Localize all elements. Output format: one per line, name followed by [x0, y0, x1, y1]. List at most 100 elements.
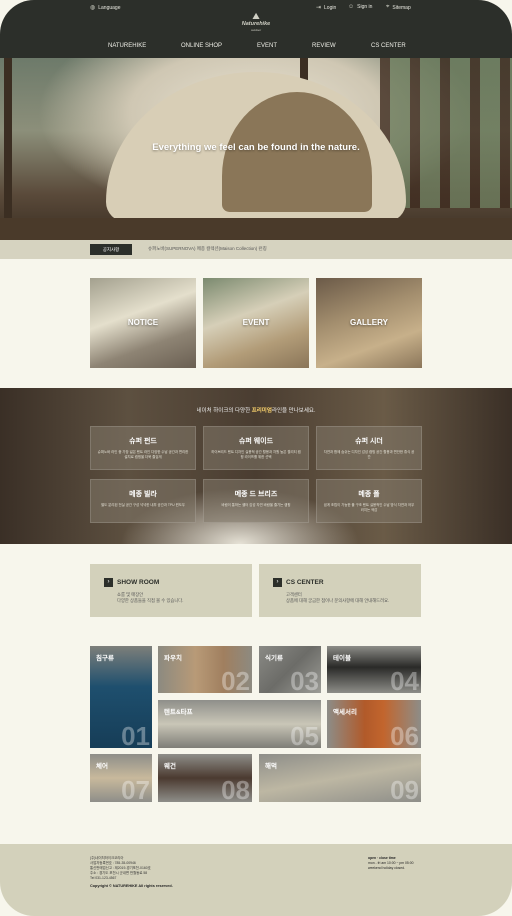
brand-card[interactable]: 메종 빌라 별도 분리된 전실 공간 구성 넉넉한 내부 공간과 TPU 윈도우: [90, 479, 196, 523]
category-number: 05: [290, 721, 319, 748]
category-label: 체어: [96, 763, 108, 770]
category-table[interactable]: 테이블 04: [327, 646, 421, 693]
user-icon: ☺: [348, 4, 355, 10]
category-pouch[interactable]: 파우치 02: [158, 646, 252, 693]
category-accessory[interactable]: 액세서리 06: [327, 700, 421, 748]
category-number: 07: [121, 775, 150, 802]
category-number: 01: [121, 721, 150, 748]
sitemap-label: Sitemap: [392, 4, 411, 11]
site-logo[interactable]: ⛰ Naturehike outdoor: [234, 12, 278, 34]
category-number: 02: [221, 666, 250, 693]
cs-desc-line: 상품에 대해 궁금한 점이나 문의사항에 대해 안내해드려요.: [286, 598, 390, 603]
brand-title: 슈퍼 시더: [355, 438, 383, 445]
globe-icon: ◍: [90, 5, 96, 11]
event-card-label: EVENT: [242, 318, 270, 327]
cs-center-box[interactable]: › CS CENTER 고객센터 상품에 대해 궁금한 점이나 문의사항에 대해…: [259, 564, 421, 617]
brand-card[interactable]: 슈퍼 펀드 슈퍼노바 라인 중 가장 넓은 텐트 라인 다양한 수납 공간과 편…: [90, 426, 196, 470]
category-label: 침구류: [96, 655, 114, 662]
page-frame: ◍ Language ⇥ Login ☺ Sign in ⌖ Sitemap ⛰…: [0, 0, 512, 916]
notice-tag[interactable]: 공지사항: [90, 244, 132, 255]
category-wagon[interactable]: 웨건 08: [158, 754, 252, 802]
intro-highlight: 프리미엄: [251, 408, 272, 414]
brand-card[interactable]: 슈퍼 웨이드 하이브리드 텐트 디자인 실용적 공간 활용과 차원 높은 퀄리티…: [203, 426, 309, 470]
main-nav: NATUREHIKE ONLINE SHOP EVENT REVIEW CS C…: [0, 43, 512, 53]
brand-desc: 별도 분리된 전실 공간 구성 넉넉한 내부 공간과 TPU 윈도우: [101, 503, 185, 507]
category-label: 액세서리: [333, 709, 357, 716]
gallery-card-label: GALLERY: [350, 318, 388, 327]
nav-item-event[interactable]: EVENT: [257, 43, 277, 49]
category-label: 해먹: [265, 763, 277, 770]
notice-text[interactable]: 슈퍼노바(SUPERNOVA) 메종 컬렉션(Maison Collection…: [148, 246, 267, 252]
hero-banner: Everything we feel can be found in the n…: [0, 58, 512, 240]
category-tableware[interactable]: 식기류 03: [259, 646, 321, 693]
logo-sub: outdoor: [250, 28, 262, 32]
login-icon: ⇥: [316, 5, 322, 11]
hero-deck: [0, 218, 512, 240]
signin-link[interactable]: ☺ Sign in: [348, 4, 372, 10]
brand-card[interactable]: 슈퍼 시더 자연과 함께 숨쉬는 디자인 감성 캠핑 공간 활용과 편안한 휴식…: [316, 426, 422, 470]
category-label: 테이블: [333, 655, 351, 662]
chevron-right-icon: ›: [273, 578, 282, 587]
intro-text-end: 라인을 만나보세요.: [271, 408, 316, 414]
category-label: 파우치: [164, 655, 182, 662]
signin-label: Sign in: [357, 4, 373, 10]
brand-title: 슈퍼 펀드: [129, 438, 157, 445]
category-number: 04: [390, 666, 419, 693]
login-label: Login: [324, 4, 337, 11]
pin-icon: ⌖: [386, 4, 390, 10]
premium-intro: 네이처 하이크의 다양한 프리미엄라인을 만나보세요.: [0, 406, 512, 414]
gallery-card[interactable]: GALLERY: [316, 278, 422, 368]
category-hammock[interactable]: 해먹 09: [259, 754, 421, 802]
brand-title: 메종 폴: [358, 491, 380, 498]
category-number: 06: [390, 721, 419, 748]
nav-item-review[interactable]: REVIEW: [312, 43, 336, 49]
brand-card[interactable]: 메종 드 브리즈 바람이 통하는 쉘터 감성 자연 바람을 즐기는 캠핑: [203, 479, 309, 523]
showroom-desc-line: 다양한 상품들을 직접 볼 수 있습니다.: [117, 598, 184, 603]
showroom-box[interactable]: › SHOW ROOM 쇼룸 및 매장안 다양한 상품들을 직접 볼 수 있습니…: [90, 564, 252, 617]
category-number: 03: [290, 666, 319, 693]
language-link[interactable]: ◍ Language: [90, 4, 121, 12]
brand-card[interactable]: 메종 폴 쉽게 조립이 가능한 폴 구조 텐트 실용적인 수납 방식 자연과 어…: [316, 479, 422, 523]
brand-desc: 쉽게 조립이 가능한 폴 구조 텐트 실용적인 수납 방식 자연과 어우러지는 …: [323, 503, 415, 512]
sitemap-link[interactable]: ⌖ Sitemap: [386, 4, 411, 11]
cs-center-title: CS CENTER: [286, 579, 324, 586]
brand-title: 메종 빌라: [129, 491, 157, 498]
brand-desc: 슈퍼노바 라인 중 가장 넓은 텐트 라인 다양한 수납 공간과 편리한 설치로…: [97, 450, 189, 459]
footer-line: Tel 031-123-4567: [90, 876, 117, 880]
category-number: 08: [221, 775, 250, 802]
mountain-icon: ⛰: [252, 11, 260, 21]
notice-bar: 공지사항 슈퍼노바(SUPERNOVA) 메종 컬렉션(Maison Colle…: [0, 240, 512, 259]
login-link[interactable]: ⇥ Login: [316, 4, 337, 12]
language-label: Language: [98, 4, 121, 11]
brand-desc: 자연과 함께 숨쉬는 디자인 감성 캠핑 공간 활용과 편안한 휴식 공간: [323, 450, 415, 459]
open-hours-line: weekend holiday closed.: [368, 866, 405, 870]
company-info: (주)네이처하이크코리아 사업자등록번호 : 785-35-00946 통신판매…: [90, 856, 151, 881]
nav-item-online-shop[interactable]: ONLINE SHOP: [181, 43, 222, 49]
showroom-title: SHOW ROOM: [117, 579, 160, 586]
category-label: 텐트&타프: [164, 709, 193, 716]
category-chair[interactable]: 체어 07: [90, 754, 152, 802]
nav-item-naturehike[interactable]: NATUREHIKE: [108, 43, 146, 49]
event-card[interactable]: EVENT: [203, 278, 309, 368]
copyright: Copyright © NATUREHIKE All rights reserv…: [90, 884, 173, 888]
chevron-right-icon: ›: [104, 578, 113, 587]
category-label: 웨건: [164, 763, 176, 770]
brand-title: 메종 드 브리즈: [234, 491, 278, 498]
nav-item-cs-center[interactable]: CS CENTER: [371, 43, 406, 49]
open-hours: open · close time mon - fri am 10:00 ~ p…: [368, 856, 414, 871]
site-footer: (주)네이처하이크코리아 사업자등록번호 : 785-35-00946 통신판매…: [0, 844, 512, 916]
logo-name: Naturehike: [241, 21, 271, 27]
premium-lines-section: 네이처 하이크의 다양한 프리미엄라인을 만나보세요. 슈퍼 펀드 슈퍼노바 라…: [0, 388, 512, 544]
intro-text: 네이처 하이크의 다양한: [196, 408, 252, 414]
category-tent-tarp[interactable]: 텐트&타프 05: [158, 700, 321, 748]
showroom-desc: 쇼룸 및 매장안 다양한 상품들을 직접 볼 수 있습니다.: [117, 592, 183, 604]
brand-title: 슈퍼 웨이드: [238, 438, 274, 445]
cs-center-desc: 고객센터 상품에 대해 궁금한 점이나 문의사항에 대해 안내해드려요.: [286, 592, 389, 604]
brand-desc: 하이브리드 텐트 디자인 실용적 공간 활용과 차원 높은 퀄리티 캠핑 라이프…: [211, 450, 301, 459]
notice-card-label: NOTICE: [127, 318, 159, 327]
notice-card[interactable]: NOTICE: [90, 278, 196, 368]
category-label: 식기류: [265, 655, 283, 662]
brand-desc: 바람이 통하는 쉘터 감성 자연 바람을 즐기는 캠핑: [221, 503, 291, 507]
category-bedding[interactable]: 침구류 01: [90, 646, 152, 748]
site-header: ◍ Language ⇥ Login ☺ Sign in ⌖ Sitemap ⛰…: [0, 0, 512, 58]
